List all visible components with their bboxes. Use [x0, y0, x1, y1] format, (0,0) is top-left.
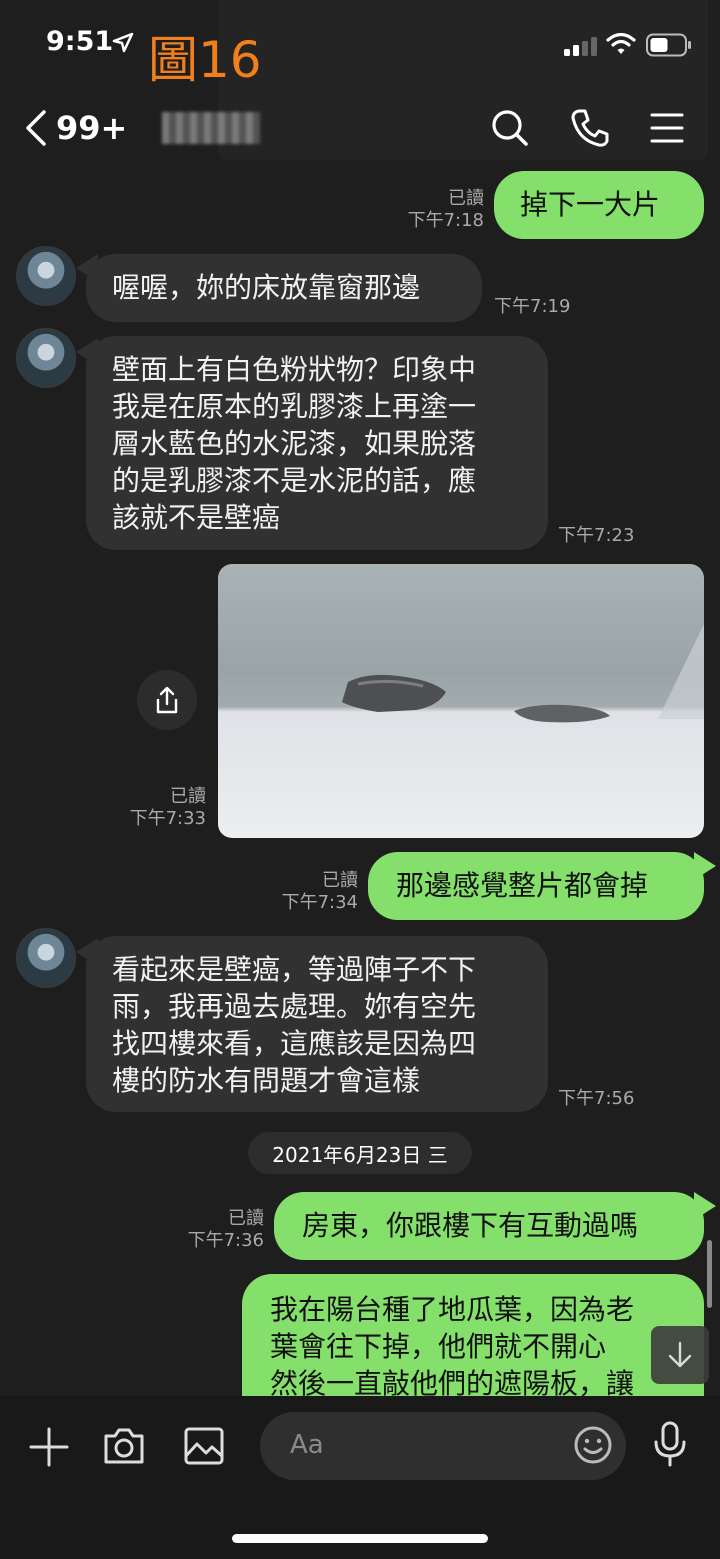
camera-icon[interactable]: [102, 1424, 146, 1472]
message-line: 的是乳膠漆不是水泥的話，應: [112, 464, 477, 497]
bubble-tail: [694, 852, 716, 880]
message-time: 下午7:34: [281, 892, 358, 913]
message-line: 我是在原本的乳膠漆上再塗一: [112, 390, 477, 423]
message-meta: 已讀 下午7:34: [272, 870, 358, 914]
scroll-to-bottom-button[interactable]: [651, 1326, 709, 1384]
contact-avatar[interactable]: [16, 928, 76, 988]
share-icon: [156, 686, 178, 714]
battery-icon: [646, 33, 692, 61]
message-text: 那邊感覺整片都會掉: [396, 869, 649, 902]
read-receipt: 已讀: [170, 786, 206, 807]
photo-message-wall-damage[interactable]: [218, 564, 704, 838]
search-icon[interactable]: [490, 108, 530, 152]
status-time: 9:51: [46, 26, 114, 57]
share-button[interactable]: [137, 670, 197, 730]
incoming-message[interactable]: 看起來是壁癌，等過陣子不下 雨，我再過去處理。妳有空先 找四樓來看，這應該是因為…: [86, 936, 548, 1112]
message-line: 葉會往下掉，他們就不開心: [270, 1330, 607, 1363]
unread-count: 99+: [56, 109, 128, 147]
message-time: 下午7:33: [129, 808, 206, 829]
message-time: 下午7:56: [558, 1088, 635, 1109]
message-line: 樓的防水有問題才會這樣: [112, 1064, 421, 1097]
message-text: 房東，你跟樓下有互動過嗎: [302, 1209, 639, 1242]
read-receipt: 已讀: [228, 1208, 264, 1229]
location-arrow-icon: [112, 32, 134, 58]
plus-icon[interactable]: [28, 1426, 70, 1472]
message-time: 下午7:19: [494, 296, 571, 317]
message-input-placeholder: Aa: [290, 1430, 324, 1460]
bubble-tail: [694, 1192, 716, 1220]
message-line: 該就不是壁癌: [112, 501, 281, 534]
message-time: 下午7:36: [187, 1230, 264, 1251]
emoji-icon[interactable]: [572, 1424, 614, 1470]
message-line: 壁面上有白色粉狀物？印象中: [112, 353, 477, 386]
read-receipt: 已讀: [448, 188, 484, 209]
chat-title-blurred: [162, 112, 260, 144]
contact-avatar[interactable]: [16, 328, 76, 388]
figure-label: 圖16: [148, 31, 262, 89]
scrollbar[interactable]: [707, 1240, 712, 1308]
contact-avatar[interactable]: [16, 246, 76, 306]
message-meta: 已讀 下午7:18: [400, 188, 484, 232]
back-button[interactable]: 99+: [24, 108, 154, 148]
date-separator: 2021年6月23日 三: [248, 1132, 472, 1174]
outgoing-message[interactable]: 那邊感覺整片都會掉: [368, 852, 704, 920]
outgoing-message[interactable]: 房東，你跟樓下有互動過嗎: [274, 1192, 704, 1260]
message-meta: 已讀 下午7:33: [120, 786, 206, 830]
read-receipt: 已讀: [322, 870, 358, 891]
incoming-message[interactable]: 壁面上有白色粉狀物？印象中 我是在原本的乳膠漆上再塗一 層水藍色的水泥漆，如果脫…: [86, 336, 548, 550]
chevron-left-icon: [26, 110, 46, 146]
incoming-message[interactable]: 喔喔，妳的床放靠窗那邊: [86, 254, 482, 322]
cellular-signal-icon: [562, 36, 598, 60]
message-line: 找四樓來看，這應該是因為四: [112, 1027, 477, 1060]
outgoing-message[interactable]: 掉下一大片: [494, 171, 704, 239]
message-line: 雨，我再過去處理。妳有空先: [112, 990, 477, 1023]
message-line: 看起來是壁癌，等過陣子不下: [112, 953, 477, 986]
message-time: 下午7:18: [407, 210, 484, 231]
home-indicator[interactable]: [232, 1534, 488, 1543]
message-text: 喔喔，妳的床放靠窗那邊: [112, 271, 421, 304]
arrow-down-icon: [668, 1341, 692, 1368]
phone-call-icon[interactable]: [570, 108, 610, 152]
chat-background-image: [218, 0, 708, 160]
message-line: 我在陽台種了地瓜葉，因為老: [270, 1293, 635, 1326]
menu-icon[interactable]: [650, 112, 684, 148]
image-gallery-icon[interactable]: [182, 1424, 226, 1472]
wifi-icon: [606, 32, 636, 60]
message-text: 掉下一大片: [520, 188, 661, 221]
message-meta: 已讀 下午7:36: [178, 1208, 264, 1252]
message-line: 層水藍色的水泥漆，如果脫落: [112, 427, 477, 460]
microphone-icon[interactable]: [650, 1420, 690, 1472]
message-time: 下午7:23: [558, 525, 635, 546]
